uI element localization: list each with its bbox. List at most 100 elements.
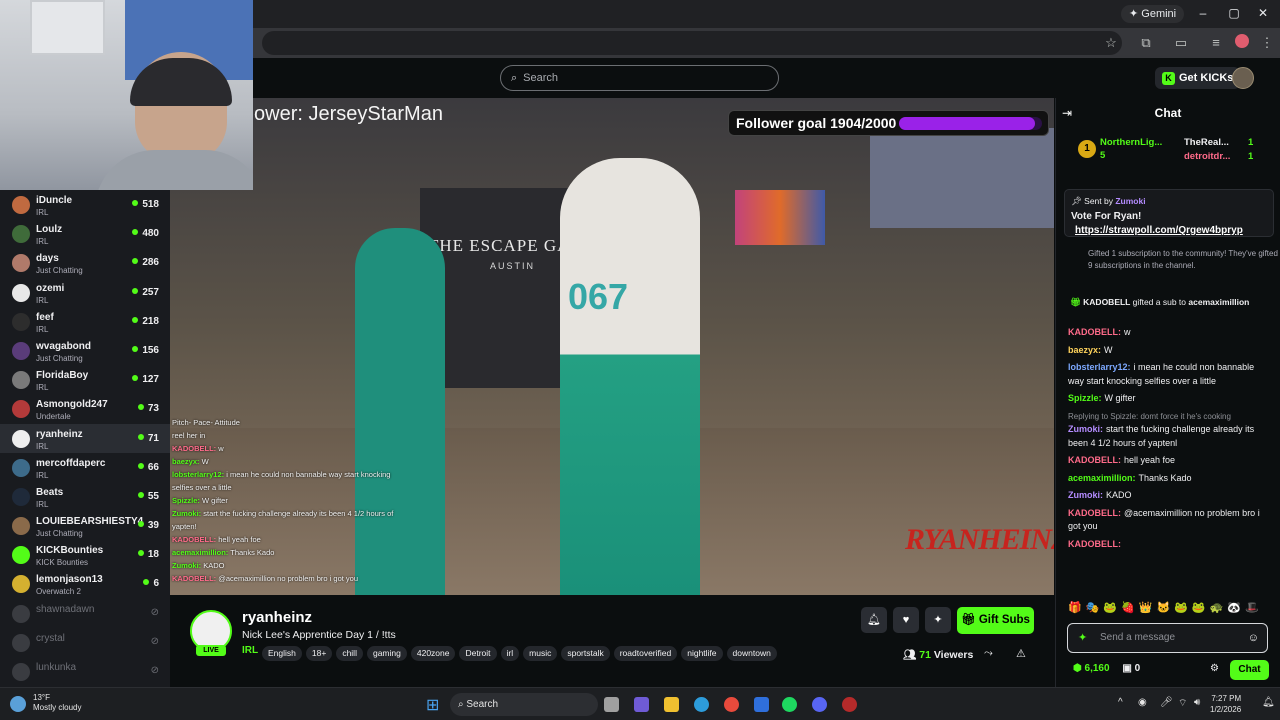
stream-tag[interactable]: gaming	[366, 646, 407, 661]
store-icon[interactable]	[754, 697, 769, 712]
report-icon[interactable]: ⚠	[1016, 647, 1026, 660]
bookmark-star-icon[interactable]: ☆	[1103, 35, 1119, 51]
tray-app-icon[interactable]: ◉	[1138, 697, 1147, 708]
pinned-link[interactable]: https://strawpoll.com/Qrgew4bpryp	[1075, 225, 1243, 236]
stream-tag[interactable]: nightlife	[681, 646, 723, 661]
sidebar-channel-item[interactable]: mercoffdaperc IRL 66	[0, 453, 170, 482]
stream-tag[interactable]: 18+	[305, 646, 333, 661]
obs-icon[interactable]	[842, 697, 857, 712]
streamer-name[interactable]: ryanheinz	[242, 609, 312, 626]
sidebar-channel-item[interactable]: iDuncle IRL 518	[0, 190, 170, 219]
system-clock[interactable]: 7:27 PM 1/2/2026	[1210, 693, 1241, 715]
wifi-icon[interactable]: ⌔	[1178, 697, 1187, 710]
chat-message[interactable]: acemaximillion: Thanks Kado	[1056, 470, 1280, 488]
chat-username[interactable]: KADOBELL:	[1068, 455, 1121, 465]
stream-tag[interactable]: 420zone	[410, 646, 456, 661]
weather-widget[interactable]: 13°F Mostly cloudy	[33, 693, 81, 713]
get-kicks-button[interactable]: K Get KICKs	[1155, 67, 1241, 89]
chat-username[interactable]: KADOBELL:	[1068, 327, 1121, 337]
notification-bell-icon[interactable]: 🔔︎	[861, 607, 887, 633]
chat-message[interactable]: KADOBELL: w	[1056, 324, 1280, 342]
chat-username[interactable]: KADOBELL:	[1068, 508, 1121, 518]
emoji-icon[interactable]: ☺	[1248, 624, 1259, 652]
profile-avatar[interactable]	[1235, 34, 1249, 48]
chat-message[interactable]: KADOBELL: hell yeah foe	[1056, 452, 1280, 470]
follow-heart-icon[interactable]: ♥	[893, 607, 919, 633]
chat-settings-icon[interactable]: ⚙	[1210, 663, 1219, 674]
chat-username[interactable]: Zumoki:	[1068, 424, 1103, 434]
windows-start-icon[interactable]: ⊞	[426, 695, 439, 715]
sidebar-channel-item[interactable]: FloridaBoy IRL 127	[0, 365, 170, 394]
stream-tag[interactable]: irl	[500, 646, 520, 661]
chat-input[interactable]: ✦ Send a message ☺	[1067, 623, 1268, 653]
leaderboard-name-3[interactable]: detroitdr...	[1184, 151, 1230, 162]
spotify-icon[interactable]	[782, 697, 797, 712]
sidebar-channel-item[interactable]: lemonjason13 Overwatch 2 6	[0, 569, 170, 598]
sidebar-offline-channel[interactable]: lunkunka ⊘	[0, 657, 170, 686]
chat-message[interactable]: Replying to Spizzle: domt force it he's …	[1056, 408, 1280, 453]
leaderboard-name-2[interactable]: TheReal...	[1184, 137, 1229, 148]
sidebar-channel-item[interactable]: Loulz IRL 480	[0, 219, 170, 248]
stream-tag[interactable]: chill	[336, 646, 363, 661]
chat-username[interactable]: Zumoki:	[1068, 490, 1103, 500]
notifications-icon[interactable]: 🔔︎	[1262, 697, 1275, 708]
sidebar-channel-item[interactable]: LOUIEBEARSHIESTY4 Just Chatting 39	[0, 511, 170, 540]
sidebar-offline-channel[interactable]: crystal ⊘	[0, 628, 170, 657]
volume-icon[interactable]: 🔊︎	[1194, 697, 1200, 708]
chat-username[interactable]: KADOBELL:	[1068, 539, 1121, 549]
discord-icon[interactable]	[812, 697, 827, 712]
close-window-icon[interactable]: ✕	[1254, 6, 1272, 20]
sidebar-channel-item[interactable]: Beats IRL 55	[0, 482, 170, 511]
sparkle-icon[interactable]: ✦	[925, 607, 951, 633]
cast-icon[interactable]: ▭	[1173, 35, 1189, 51]
chat-message[interactable]: KADOBELL:	[1056, 536, 1280, 554]
chat-send-button[interactable]: Chat	[1230, 660, 1269, 680]
stream-tag[interactable]: Detroit	[459, 646, 497, 661]
microphone-icon[interactable]: 🎤︎	[1160, 697, 1173, 708]
stream-tag[interactable]: music	[523, 646, 558, 661]
video-player[interactable]: THE ESCAPE GAME AUSTIN 067 ower: JerseyS…	[170, 98, 1054, 595]
sidebar-channel-item[interactable]: wvagabond Just Chatting 156	[0, 336, 170, 365]
teams-icon[interactable]	[634, 697, 649, 712]
maximize-icon[interactable]: ▢	[1225, 6, 1243, 20]
stream-tag[interactable]: downtown	[726, 646, 777, 661]
gift-subs-button[interactable]: 🎁︎ Gift Subs	[957, 607, 1034, 634]
reading-list-icon[interactable]: ≡	[1208, 35, 1224, 50]
emote-bar[interactable]: 🎁🎭🐸🍓👑🐱🐸🐸🐢🐼🎩	[1068, 601, 1263, 614]
user-avatar[interactable]	[1232, 67, 1254, 89]
chat-message[interactable]: Zumoki: KADO	[1056, 487, 1280, 505]
minimize-icon[interactable]: –	[1194, 6, 1212, 20]
stream-tag[interactable]: English	[262, 646, 302, 661]
sidebar-offline-channel[interactable]: shawnadawn ⊘	[0, 599, 170, 628]
chat-username[interactable]: Spizzle:	[1068, 393, 1102, 403]
sidebar-channel-item[interactable]: ryanheinz IRL 71	[0, 423, 170, 453]
chat-message[interactable]: lobsterlarry12: i mean he could non banna…	[1056, 359, 1280, 390]
chat-message[interactable]: baezyx: W	[1056, 342, 1280, 360]
chat-username[interactable]: lobsterlarry12:	[1068, 362, 1131, 372]
more-menu-icon[interactable]: ⋮	[1259, 35, 1275, 51]
chat-username[interactable]: acemaximillion:	[1068, 473, 1136, 483]
sidebar-channel-item[interactable]: Asmongold247 Undertale 73	[0, 394, 170, 423]
chat-message[interactable]: KADOBELL: @acemaximillion no problem bro …	[1056, 505, 1280, 536]
gemini-button[interactable]: ✦ Gemini	[1121, 5, 1185, 23]
sidebar-channel-item[interactable]: ozemi IRL 257	[0, 278, 170, 307]
chat-username[interactable]: baezyx:	[1068, 345, 1101, 355]
share-icon[interactable]: ⤳	[984, 647, 993, 660]
address-bar[interactable]	[262, 31, 1122, 55]
edge-icon[interactable]	[694, 697, 709, 712]
stream-tag[interactable]: sportstalk	[561, 646, 610, 661]
stream-tag[interactable]: roadtoverified	[613, 646, 678, 661]
sidebar-channel-item[interactable]: days Just Chatting 286	[0, 248, 170, 277]
stream-category[interactable]: IRL	[242, 645, 258, 656]
gift-event-user[interactable]: KADOBELL	[1083, 297, 1130, 307]
file-explorer-icon[interactable]	[664, 697, 679, 712]
sidebar-channel-item[interactable]: KICKBounties KICK Bounties 18	[0, 540, 170, 569]
sidebar-channel-item[interactable]: feef IRL 218	[0, 307, 170, 336]
kicks-balance[interactable]: ⬢ 6,160 ▣ 0	[1073, 663, 1140, 674]
chat-message[interactable]: Spizzle: W gifter	[1056, 390, 1280, 408]
tray-chevron-icon[interactable]: ^	[1118, 697, 1123, 708]
weather-icon[interactable]	[10, 696, 26, 712]
taskbar-search[interactable]: ⌕ Search	[450, 693, 598, 716]
gift-event-target[interactable]: acemaximillion	[1188, 297, 1249, 307]
extensions-icon[interactable]: ⧉	[1138, 35, 1154, 51]
